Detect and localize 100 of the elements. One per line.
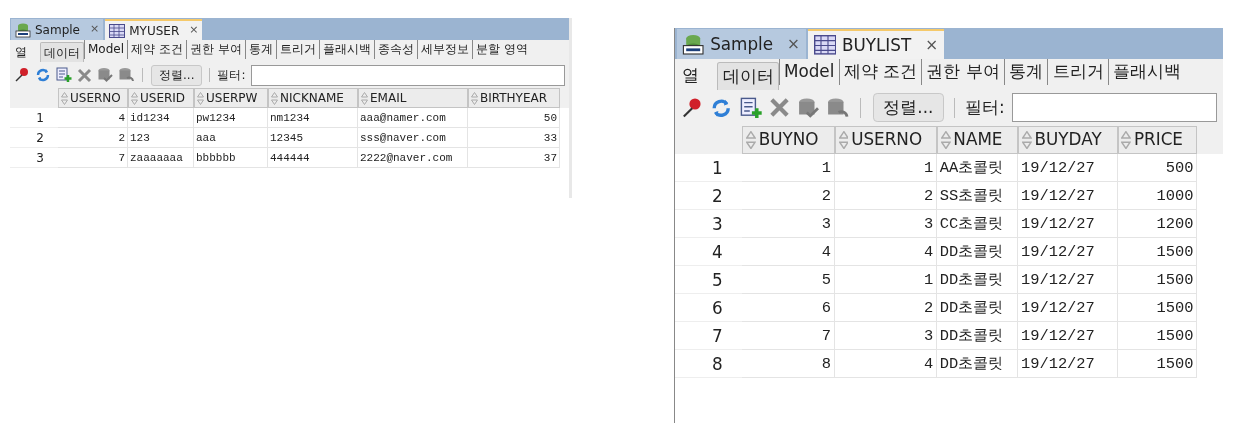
subtab[interactable]: 종속성 <box>373 40 417 59</box>
table-cell: 2 <box>58 128 128 148</box>
subtab[interactable]: 트리거 <box>1047 58 1108 86</box>
column-header[interactable]: BIRTHYEAR <box>468 88 560 108</box>
column-label: BUYNO <box>758 128 819 152</box>
table-cell: 8 <box>742 350 835 378</box>
table-cell: 3 <box>834 210 937 238</box>
table-cell: 123 <box>128 128 194 148</box>
subtab[interactable]: 열 <box>678 61 704 90</box>
close-tab-button[interactable]: × <box>925 33 939 57</box>
row-number: 5 <box>675 266 743 294</box>
subtab[interactable]: 플래시백 <box>1107 58 1186 86</box>
column-label: NAME <box>953 128 1003 152</box>
subtab[interactable]: 권한 부여 <box>185 40 245 59</box>
subtab[interactable]: 통계 <box>244 40 276 59</box>
editor-tab[interactable]: Sample × <box>676 29 806 59</box>
column-header[interactable]: USERNO <box>58 88 128 108</box>
column-header[interactable]: NAME <box>936 126 1019 154</box>
column-header[interactable]: USERNO <box>834 126 937 154</box>
sort-button[interactable]: 정렬... <box>872 93 945 123</box>
subtab[interactable]: 플래시백 <box>318 40 374 59</box>
column-label: USERID <box>140 90 186 107</box>
table-cell: 1500 <box>1117 266 1198 294</box>
subtab[interactable]: 열 <box>12 42 30 62</box>
sort-icon <box>838 130 849 150</box>
subtab[interactable]: 통계 <box>1003 58 1048 86</box>
editor-tab[interactable]: MYUSER × <box>105 19 203 40</box>
table-cell: 1500 <box>1117 322 1198 350</box>
sort-icon <box>197 91 204 105</box>
sort-icon <box>271 91 278 105</box>
table-cell: 1500 <box>1117 294 1198 322</box>
tab-label: MYUSER <box>129 22 180 40</box>
editor-tab[interactable]: Sample × <box>11 19 104 40</box>
filter-input[interactable] <box>1011 93 1218 123</box>
table-cell: 4 <box>58 108 128 128</box>
table-cell: aaa@namer.com <box>358 108 468 128</box>
rollback-icon[interactable] <box>826 96 849 119</box>
table-icon <box>109 23 126 38</box>
subtab[interactable]: 데이터 <box>717 61 779 90</box>
table-cell: 50 <box>468 108 560 128</box>
subtab[interactable]: 권한 부여 <box>921 58 1004 86</box>
subtab[interactable]: Model <box>778 58 839 86</box>
column-header[interactable]: BUYNO <box>742 126 835 154</box>
table-cell: 1500 <box>1117 350 1198 378</box>
table-cell: zaaaaaaa <box>128 148 194 168</box>
column-label: EMAIL <box>370 90 407 107</box>
close-tab-button[interactable]: × <box>787 32 800 56</box>
filter-input[interactable] <box>250 64 565 86</box>
table-cell: 4 <box>834 238 937 266</box>
add-row-icon[interactable] <box>56 67 72 83</box>
column-header[interactable]: USERPW <box>194 88 268 108</box>
column-label: NICKNAME <box>280 90 344 107</box>
table-cell: 2222@naver.com <box>358 148 468 168</box>
filter-label: 필터: <box>965 96 1005 120</box>
subtab[interactable]: Model <box>84 40 128 59</box>
subtab[interactable]: 제약 조건 <box>838 58 922 86</box>
column-header[interactable]: NICKNAME <box>268 88 358 108</box>
delete-icon[interactable] <box>768 97 790 119</box>
sort-icon <box>361 91 368 105</box>
commit-icon[interactable] <box>97 67 113 83</box>
row-number: 7 <box>675 322 743 350</box>
column-header[interactable]: USERID <box>128 88 194 108</box>
close-tab-button[interactable]: × <box>189 22 199 39</box>
column-header[interactable]: PRICE <box>1117 126 1198 154</box>
table-cell: 3 <box>834 322 937 350</box>
table-cell: pw1234 <box>194 108 268 128</box>
commit-icon[interactable] <box>796 96 820 119</box>
refresh-icon[interactable] <box>710 96 733 119</box>
sort-icon <box>1121 130 1132 150</box>
editor-tab[interactable]: BUYLIST × <box>808 29 944 59</box>
table-cell: 19/12/27 <box>1018 322 1118 350</box>
table-cell: 19/12/27 <box>1018 154 1118 182</box>
add-row-icon[interactable] <box>739 96 762 119</box>
subtab[interactable]: 분할 영역 <box>471 40 531 59</box>
column-label: BUYDAY <box>1034 128 1102 152</box>
close-tab-button[interactable]: × <box>90 21 100 38</box>
table-cell: bbbbbb <box>194 148 268 168</box>
subtab[interactable]: 트리거 <box>275 40 319 59</box>
rollback-icon[interactable] <box>118 67 134 83</box>
subtab[interactable]: 데이터 <box>40 42 84 62</box>
subtab[interactable]: 제약 조건 <box>127 40 186 59</box>
refresh-icon[interactable] <box>35 67 51 83</box>
table-cell: 1 <box>742 154 835 182</box>
column-header[interactable]: BUYDAY <box>1018 126 1118 154</box>
database-icon <box>682 32 705 56</box>
delete-icon[interactable] <box>77 67 92 83</box>
table-cell: 1 <box>834 154 937 182</box>
table-cell: 19/12/27 <box>1018 210 1118 238</box>
sort-icon <box>471 91 478 105</box>
table-cell: 444444 <box>268 148 358 168</box>
table-cell: 500 <box>1117 154 1198 182</box>
column-label: PRICE <box>1133 128 1183 152</box>
pin-icon[interactable] <box>14 67 30 83</box>
column-label: USERNO <box>70 90 121 107</box>
tab-label: BUYLIST <box>841 33 912 57</box>
column-header[interactable]: EMAIL <box>358 88 468 108</box>
sort-button[interactable]: 정렬... <box>151 64 203 86</box>
subtab[interactable]: 세부정보 <box>416 40 472 59</box>
table-cell: SS초콜릿 <box>936 182 1019 210</box>
table-cell: 19/12/27 <box>1018 182 1118 210</box>
